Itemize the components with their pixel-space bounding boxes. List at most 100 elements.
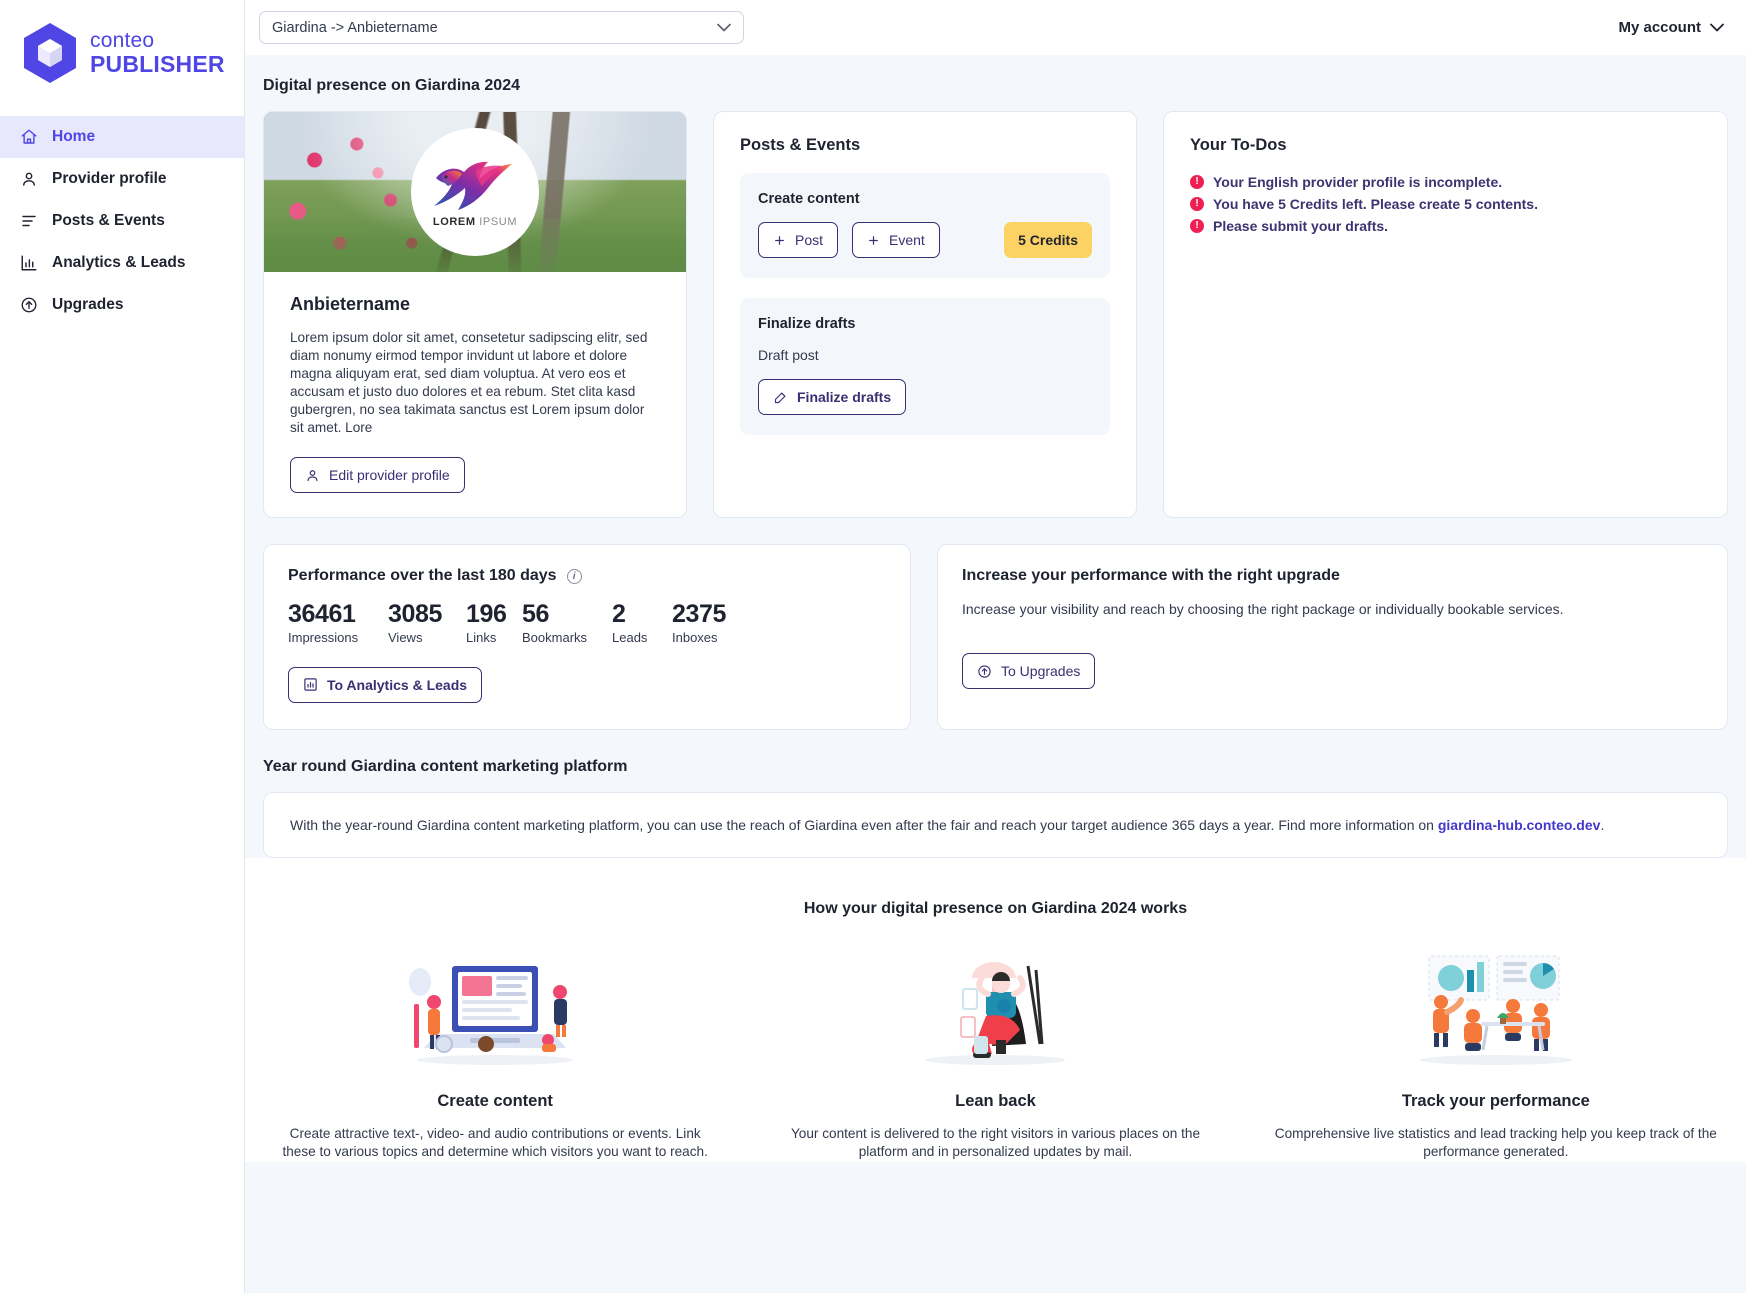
performance-title: Performance over the last 180 days	[288, 567, 557, 585]
stat-value: 2	[612, 601, 664, 629]
create-content-panel: Create content Post	[740, 173, 1110, 278]
main-area: Giardina -> Anbietername My account Digi…	[245, 0, 1746, 1293]
how-column-title: Track your performance	[1274, 1092, 1718, 1111]
plus-icon	[867, 234, 880, 247]
sidebar-item-home[interactable]: Home	[0, 116, 244, 158]
todo-text: Please submit your drafts.	[1213, 217, 1388, 235]
lean-back-illustration	[773, 946, 1217, 1066]
sidebar-nav: Home Provider profile Posts & Events Ana…	[0, 116, 244, 326]
add-event-button[interactable]: Event	[852, 222, 940, 258]
avatar-logo-bold: LOREM	[433, 216, 476, 228]
list-item[interactable]: ! Your English provider profile is incom…	[1190, 173, 1701, 191]
info-icon[interactable]: i	[567, 569, 582, 584]
profile-cover-image: LOREM IPSUM	[264, 112, 686, 272]
home-icon	[20, 128, 38, 146]
alert-icon: !	[1190, 197, 1204, 211]
edit-provider-profile-label: Edit provider profile	[329, 467, 450, 483]
sidebar-item-label: Provider profile	[52, 170, 167, 188]
provider-profile-card: LOREM IPSUM Anbietername Lorem ipsum dol…	[263, 111, 687, 518]
topbar: Giardina -> Anbietername My account	[245, 0, 1746, 55]
edit-pencil-icon	[773, 390, 788, 405]
stat-value: 56	[522, 601, 604, 629]
page-title: Digital presence on Giardina 2024	[245, 55, 1746, 111]
alert-icon: !	[1190, 219, 1204, 233]
add-event-label: Event	[889, 232, 925, 248]
stat-label: Impressions	[288, 630, 380, 645]
to-upgrades-button[interactable]: To Upgrades	[962, 653, 1095, 689]
stat-inboxes: 2375 Inboxes	[672, 601, 726, 645]
how-it-works-title: How your digital presence on Giardina 20…	[245, 900, 1746, 918]
todo-text: Your English provider profile is incompl…	[1213, 173, 1502, 191]
bar-chart-icon	[303, 677, 318, 692]
how-column-text: Create attractive text-, video- and audi…	[273, 1125, 717, 1162]
year-round-title: Year round Giardina content marketing pl…	[263, 730, 1728, 792]
bird-logo-icon	[432, 156, 518, 214]
stat-impressions: 36461 Impressions	[288, 601, 380, 645]
performance-card: Performance over the last 180 days i 364…	[263, 544, 911, 730]
finalize-drafts-button[interactable]: Finalize drafts	[758, 379, 906, 415]
sidebar-item-label: Analytics & Leads	[52, 254, 186, 272]
stat-bookmarks: 56 Bookmarks	[522, 601, 604, 645]
my-account-label: My account	[1618, 19, 1701, 36]
finalize-drafts-label: Finalize drafts	[758, 316, 1092, 332]
upgrade-card: Increase your performance with the right…	[937, 544, 1728, 730]
avatar: LOREM IPSUM	[411, 128, 539, 256]
stat-value: 196	[466, 601, 514, 629]
alert-icon: !	[1190, 175, 1204, 189]
stat-label: Bookmarks	[522, 630, 604, 645]
brand-line-1: conteo	[90, 30, 225, 52]
how-column-create-content: Create content Create attractive text-, …	[245, 946, 745, 1162]
sidebar-item-label: Posts & Events	[52, 212, 165, 230]
how-it-works-section: How your digital presence on Giardina 20…	[245, 858, 1746, 1162]
stat-label: Leads	[612, 630, 664, 645]
stat-label: Inboxes	[672, 630, 726, 645]
sidebar: conteo PUBLISHER Home Provider profile	[0, 0, 245, 1293]
track-performance-illustration	[1274, 946, 1718, 1066]
year-round-text: With the year-round Giardina content mar…	[290, 817, 1701, 833]
year-round-card: With the year-round Giardina content mar…	[263, 792, 1728, 858]
list-item[interactable]: ! Please submit your drafts.	[1190, 217, 1701, 235]
performance-stats: 36461 Impressions 3085 Views 196 Links	[288, 601, 886, 645]
upgrade-title: Increase your performance with the right…	[962, 567, 1703, 585]
to-analytics-leads-label: To Analytics & Leads	[327, 677, 467, 693]
posts-events-card: Posts & Events Create content Post	[713, 111, 1137, 518]
credits-badge[interactable]: 5 Credits	[1004, 222, 1092, 258]
context-select-value: Giardina -> Anbietername	[272, 20, 438, 36]
list-icon	[20, 212, 38, 230]
sidebar-item-provider-profile[interactable]: Provider profile	[0, 158, 244, 200]
dashboard-row-1: LOREM IPSUM Anbietername Lorem ipsum dol…	[263, 111, 1728, 518]
app-root: conteo PUBLISHER Home Provider profile	[0, 0, 1746, 1293]
chevron-down-icon	[1710, 21, 1724, 35]
draft-post-label: Draft post	[758, 347, 1092, 363]
giardina-hub-link[interactable]: giardina-hub.conteo.dev	[1438, 817, 1601, 833]
to-analytics-leads-button[interactable]: To Analytics & Leads	[288, 667, 482, 703]
sidebar-item-upgrades[interactable]: Upgrades	[0, 284, 244, 326]
stat-links: 196 Links	[466, 601, 514, 645]
finalize-drafts-button-label: Finalize drafts	[797, 389, 891, 405]
posts-events-title: Posts & Events	[740, 136, 1110, 155]
sidebar-item-posts-events[interactable]: Posts & Events	[0, 200, 244, 242]
context-select[interactable]: Giardina -> Anbietername	[259, 11, 744, 44]
stat-label: Views	[388, 630, 458, 645]
sidebar-item-label: Home	[52, 128, 95, 146]
sidebar-item-analytics-leads[interactable]: Analytics & Leads	[0, 242, 244, 284]
add-post-button[interactable]: Post	[758, 222, 838, 258]
create-content-illustration	[273, 946, 717, 1066]
avatar-logo-light: IPSUM	[479, 216, 517, 228]
brand-logo[interactable]: conteo PUBLISHER	[0, 0, 244, 110]
list-item[interactable]: ! You have 5 Credits left. Please create…	[1190, 195, 1701, 213]
conteo-cube-logo-icon	[22, 22, 78, 84]
sidebar-item-label: Upgrades	[52, 296, 124, 314]
my-account-menu[interactable]: My account	[1618, 19, 1724, 36]
page-scroll-area: Digital presence on Giardina 2024	[245, 55, 1746, 1293]
todo-list: ! Your English provider profile is incom…	[1190, 173, 1701, 236]
user-icon	[20, 170, 38, 188]
user-icon	[305, 468, 320, 483]
how-column-text: Comprehensive live statistics and lead t…	[1274, 1125, 1718, 1162]
todos-title: Your To-Dos	[1190, 136, 1701, 155]
how-column-title: Create content	[273, 1092, 717, 1111]
arrow-up-circle-icon	[20, 296, 38, 314]
todo-text: You have 5 Credits left. Please create 5…	[1213, 195, 1538, 213]
brand-line-2: PUBLISHER	[90, 52, 225, 76]
edit-provider-profile-button[interactable]: Edit provider profile	[290, 457, 465, 493]
